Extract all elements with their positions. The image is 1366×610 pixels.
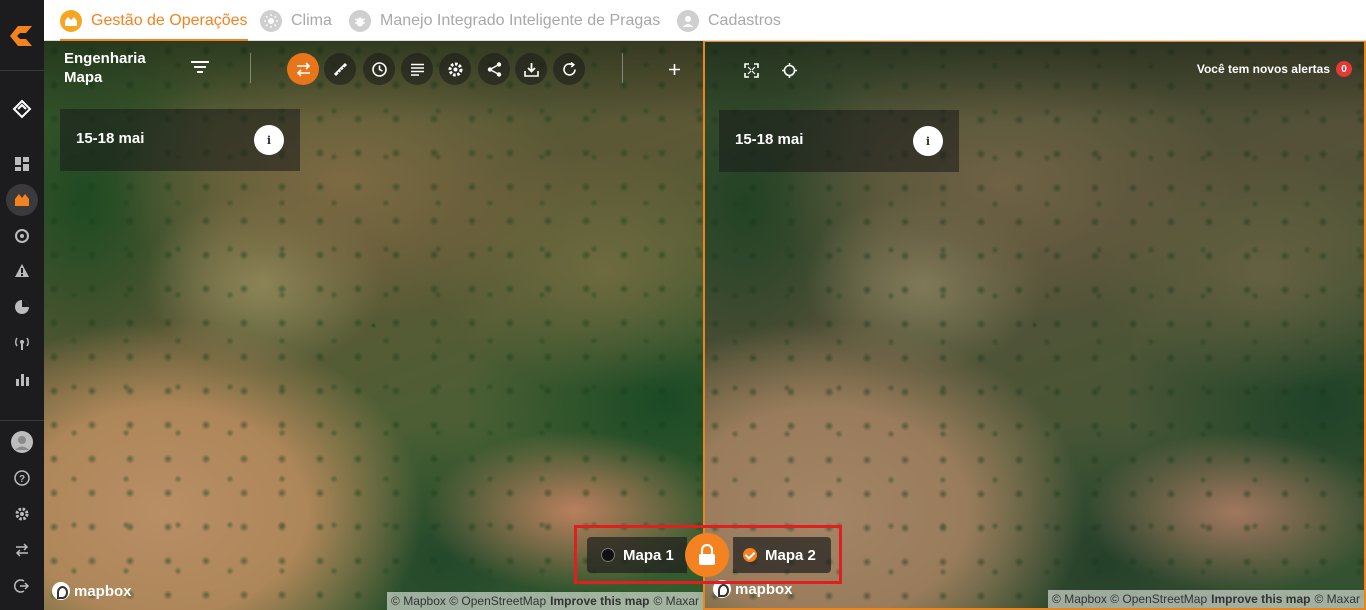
filter-icon[interactable]	[190, 59, 210, 75]
breadcrumb-area: Engenharia	[64, 50, 146, 67]
map-attribution: © Mapbox © OpenStreetMap Improve this ma…	[1048, 590, 1364, 608]
attribution-mapbox[interactable]: © Mapbox	[391, 594, 446, 608]
settings-button[interactable]	[439, 53, 471, 85]
logout-icon[interactable]	[11, 575, 33, 597]
tab-label: Gestão de Operações	[91, 11, 248, 29]
info-button[interactable]: i	[913, 126, 943, 156]
tab-cadastros[interactable]: Cadastros	[677, 0, 781, 41]
breadcrumb: Engenharia Mapa	[64, 49, 146, 87]
map2-label: Mapa 2	[765, 546, 816, 564]
attribution-osm[interactable]: © OpenStreetMap	[449, 594, 546, 608]
compare-icon	[296, 61, 310, 77]
compare-button[interactable]	[287, 53, 319, 85]
help-icon[interactable]: ?	[11, 467, 33, 489]
attribution-maxar[interactable]: © Maxar	[653, 594, 699, 608]
page-title: Mapa	[64, 69, 103, 86]
module-tabs: Gestão de Operações Clima Manejo Integra…	[44, 0, 1366, 41]
tab-gestao-operacoes[interactable]: Gestão de Operações	[60, 0, 248, 41]
lock-icon	[699, 544, 715, 565]
ruler-icon	[333, 62, 347, 76]
zoom-in-icon	[668, 63, 680, 75]
share-icon	[487, 61, 501, 77]
locate-icon	[781, 62, 797, 78]
brand-mark-icon[interactable]	[11, 98, 33, 120]
attribution-osm[interactable]: © OpenStreetMap	[1110, 592, 1207, 606]
download-button[interactable]	[515, 53, 547, 85]
date-card-right: 15-18 mai i	[719, 110, 959, 172]
tab-manejo-pragas[interactable]: Manejo Integrado Inteligente de Pragas	[349, 0, 660, 41]
improve-map-link[interactable]: Improve this map	[1211, 592, 1310, 606]
attribution-mapbox[interactable]: © Mapbox	[1052, 592, 1107, 606]
info-button[interactable]: i	[254, 125, 284, 155]
operations-icon	[60, 9, 82, 32]
user-icon	[677, 9, 699, 32]
map1-radio[interactable]	[601, 548, 615, 562]
operations-icon[interactable]	[11, 189, 33, 211]
share-button[interactable]	[478, 53, 510, 85]
locate-button[interactable]	[773, 54, 805, 86]
alerts-label: Você tem novos alertas	[1196, 62, 1330, 76]
antenna-icon[interactable]	[11, 332, 33, 354]
alerts-count-badge: 0	[1336, 61, 1352, 77]
map2-option[interactable]: Mapa 2	[733, 537, 831, 573]
tab-label: Clima	[291, 11, 332, 29]
map1-label: Mapa 1	[623, 546, 674, 564]
mapbox-logo[interactable]: mapbox	[52, 582, 132, 600]
attribution-maxar[interactable]: © Maxar	[1314, 592, 1360, 606]
history-button[interactable]	[363, 53, 395, 85]
bug-icon	[349, 9, 371, 32]
sun-icon	[260, 9, 282, 32]
svg-text:?: ?	[19, 474, 25, 485]
improve-map-link[interactable]: Improve this map	[550, 594, 649, 608]
logo-icon[interactable]	[6, 22, 38, 50]
dashboard-icon[interactable]	[11, 153, 33, 175]
alerts-notice[interactable]: Você tem novos alertas 0	[1197, 61, 1352, 77]
gear-icon	[448, 62, 462, 76]
map1-option[interactable]: Mapa 1	[587, 537, 687, 573]
refresh-button[interactable]	[553, 53, 585, 85]
refresh-icon	[562, 61, 576, 76]
download-icon	[523, 62, 539, 77]
tab-clima[interactable]: Clima	[260, 0, 332, 41]
map-attribution: © Mapbox © OpenStreetMap Improve this ma…	[387, 592, 703, 610]
tab-label: Cadastros	[708, 11, 781, 29]
pie-chart-icon[interactable]	[11, 296, 33, 318]
sync-lock-button[interactable]	[685, 533, 729, 577]
sidebar: ?	[0, 0, 44, 610]
fullscreen-button[interactable]	[735, 54, 767, 86]
legend-button[interactable]	[401, 53, 433, 85]
image-date: 15-18 mai	[76, 130, 145, 147]
map-compare-selector: Mapa 1 Mapa 2	[574, 525, 842, 584]
alert-icon[interactable]	[11, 260, 33, 282]
clock-icon	[371, 61, 387, 77]
mapbox-icon	[52, 582, 70, 600]
date-card-left: 15-18 mai i	[60, 109, 300, 171]
bar-chart-icon[interactable]	[11, 368, 33, 390]
avatar[interactable]	[11, 431, 33, 453]
gauge-icon[interactable]	[11, 225, 33, 247]
map2-radio[interactable]	[743, 548, 757, 562]
fullscreen-icon	[743, 62, 759, 78]
swap-icon[interactable]	[11, 539, 33, 561]
image-date: 15-18 mai	[735, 131, 804, 148]
measure-button[interactable]	[324, 53, 356, 85]
settings-icon[interactable]	[11, 503, 33, 525]
tab-label: Manejo Integrado Inteligente de Pragas	[380, 11, 661, 29]
list-icon	[410, 63, 424, 76]
zoom-in-button[interactable]	[658, 53, 690, 85]
